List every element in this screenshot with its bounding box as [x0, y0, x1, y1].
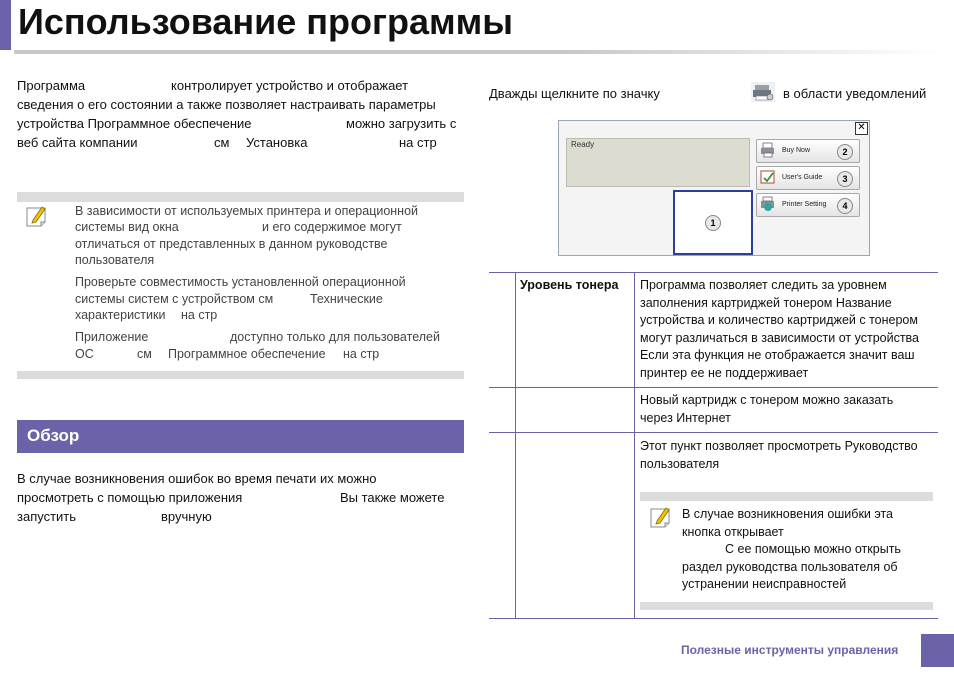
intro-text: контролирует устройство и отображает — [171, 78, 409, 93]
note-text: кнопка открывает — [682, 524, 784, 539]
buy-now-label: Buy Now — [782, 147, 811, 154]
printer-setting-label: Printer Setting — [782, 201, 827, 208]
printer-setting-icon — [761, 196, 774, 211]
note-link[interactable]: Программное обеспечение — [168, 346, 326, 363]
instruction-text: в области уведомлений — [783, 86, 927, 101]
note-top-bar — [640, 492, 933, 501]
overview-text: просмотреть с помощью приложения — [17, 490, 243, 505]
callout-number: 3 — [837, 171, 853, 187]
intro-text: устройства Программное обеспечение — [17, 116, 252, 131]
intro-text: Программа — [17, 78, 86, 93]
intro-link[interactable]: Установка — [246, 133, 307, 152]
table-border — [489, 432, 938, 433]
printer-icon — [761, 142, 774, 158]
table-cell-text: Если эта функция не отображается значит … — [640, 348, 915, 362]
table-cell-text: Этот пункт позволяет просмотреть Руковод… — [640, 439, 918, 453]
note-top-bar — [17, 192, 464, 202]
section-header-bar — [17, 420, 464, 453]
note-text: см — [137, 347, 152, 361]
intro-text: сведения о его состоянии а также позволя… — [17, 97, 436, 112]
note-link[interactable]: Технические — [310, 291, 383, 308]
intro-text: см — [214, 135, 230, 150]
table-border — [489, 272, 938, 273]
intro-text: веб сайта компании — [17, 135, 138, 150]
callout-number: 4 — [837, 198, 853, 214]
instruction-text: Дважды щелкните по значку — [489, 86, 660, 101]
callout-number: 2 — [837, 144, 853, 160]
table-cell-text: Новый картридж с тонером можно заказать — [640, 393, 894, 407]
table-cell-text: пользователя — [640, 456, 720, 471]
note-text: В зависимости от используемых принтера и… — [75, 204, 419, 218]
table-cell-text: принтер ее не поддерживает — [640, 365, 809, 380]
table-cell-text: через Интернет — [640, 410, 731, 425]
title-divider — [14, 50, 940, 54]
note-text: пользователя — [75, 253, 155, 267]
note-text: раздел руководства пользователя об — [682, 559, 898, 574]
printer-tray-icon — [751, 82, 775, 102]
pencil-note-icon — [650, 507, 670, 528]
note-text: Проверьте совместимость установленной оп… — [75, 275, 406, 289]
overview-text: запустить — [17, 509, 77, 524]
note-text: отличаться от представленных в данном ру… — [75, 237, 388, 251]
pencil-note-icon — [26, 206, 46, 227]
note-bottom-bar — [17, 371, 464, 379]
note-text: на стр — [343, 347, 380, 361]
table-cell-text: устройства и количество картриджей с тон… — [640, 313, 918, 327]
table-cell-text: заполнения картриджей тонером Название — [640, 295, 892, 310]
overview-text: В случае возникновения ошибок во время п… — [17, 471, 377, 486]
status-text: Ready — [571, 140, 595, 149]
table-border — [634, 272, 635, 618]
note-text: Приложение — [75, 330, 149, 344]
overview-text: Вы также можете — [340, 490, 445, 505]
section-title: Обзор — [27, 426, 80, 445]
intro-text: можно загрузить с — [346, 116, 457, 131]
note-text: доступно только для пользователей — [230, 330, 440, 344]
overview-text: вручную — [161, 509, 212, 524]
note-text: С ее помощью можно открыть — [725, 542, 901, 556]
close-icon[interactable]: ✕ — [855, 122, 868, 135]
note-text: В случае возникновения ошибки эта — [682, 507, 894, 521]
table-cell-text: могут различаться в зависимости от устро… — [640, 330, 920, 345]
footer-chapter-title: Полезные инструменты управления — [681, 643, 899, 657]
note-text: и его содержимое могут — [262, 220, 402, 234]
note-bottom-bar — [640, 602, 933, 610]
table-row-label: Уровень тонера — [520, 278, 619, 292]
guide-book-icon — [760, 170, 775, 184]
note-link[interactable]: характеристики — [75, 307, 165, 324]
table-cell-text: Программа позволяет следить за уровнем — [640, 278, 887, 292]
callout-number: 1 — [705, 215, 721, 231]
note-text: на стр — [181, 308, 218, 322]
table-border — [515, 272, 516, 618]
note-text: ОС — [75, 347, 94, 361]
table-border — [489, 387, 938, 388]
users-guide-label: User's Guide — [782, 174, 823, 181]
note-text: системы вид окна — [75, 220, 179, 234]
note-text: устранении неисправностей — [682, 577, 847, 591]
page-number-tab — [921, 634, 954, 667]
table-border — [489, 618, 938, 619]
intro-text: на стр — [399, 135, 437, 150]
title-accent-bar — [0, 0, 11, 50]
note-text: системы систем с устройством см — [75, 292, 274, 306]
page-title: Использование программы — [18, 1, 514, 42]
